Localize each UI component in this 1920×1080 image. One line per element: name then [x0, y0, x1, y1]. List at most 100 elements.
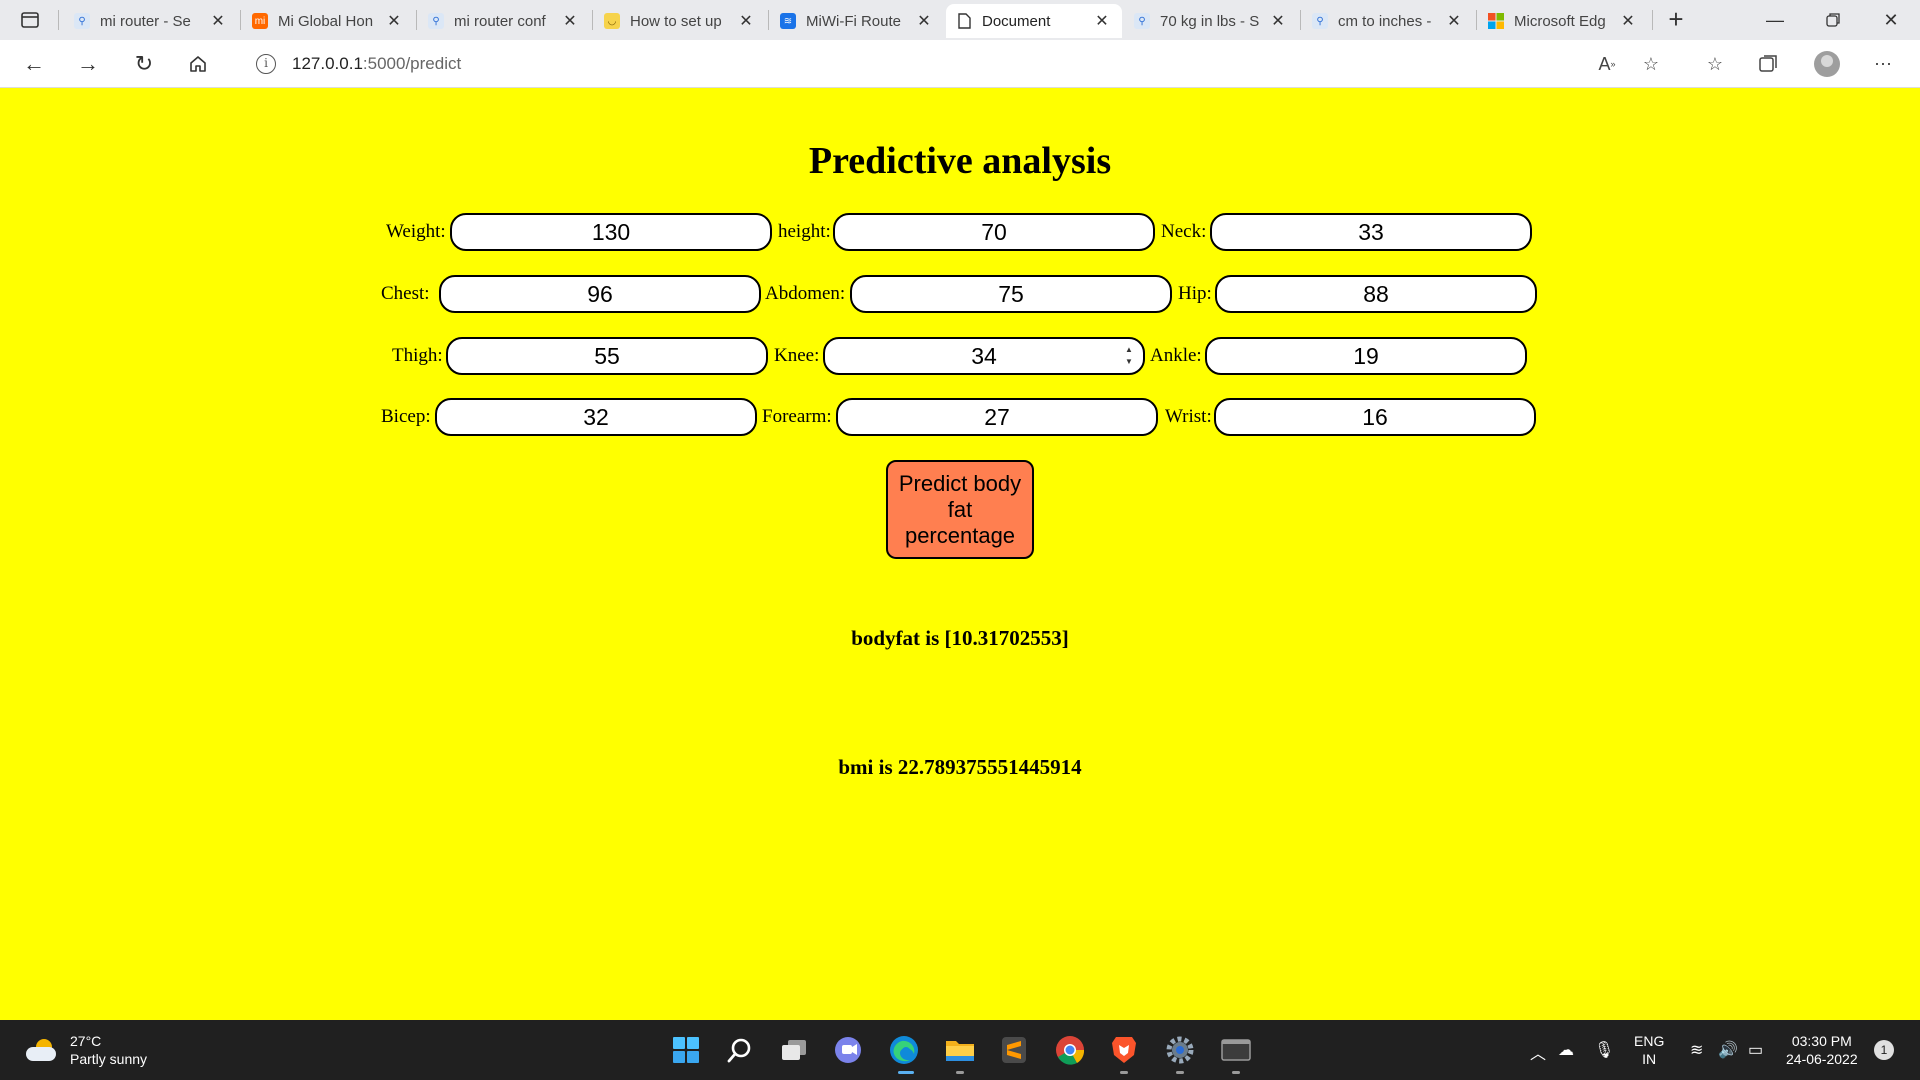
close-tab-icon[interactable]: ✕	[1092, 11, 1112, 31]
input-language[interactable]: ENG IN	[1634, 1032, 1664, 1068]
ankle-label: Ankle:	[1150, 345, 1202, 366]
thigh-input[interactable]: 55	[446, 337, 768, 375]
profile-avatar[interactable]	[1812, 50, 1842, 78]
thigh-label: Thigh:	[392, 345, 443, 366]
settings-gear-icon[interactable]	[1162, 1032, 1198, 1068]
bicep-input[interactable]: 32	[435, 398, 757, 436]
collections-icon[interactable]	[1754, 50, 1784, 78]
tab-title: mi router conf	[454, 12, 546, 30]
spinner-up-icon[interactable]: ▲	[1125, 346, 1133, 354]
wrist-input[interactable]: 16	[1214, 398, 1536, 436]
task-view-icon[interactable]	[776, 1032, 812, 1068]
document-icon	[956, 13, 972, 29]
close-tab-icon[interactable]: ✕	[1268, 11, 1288, 31]
forearm-input[interactable]: 27	[836, 398, 1158, 436]
sublime-text-icon[interactable]	[996, 1032, 1032, 1068]
close-tab-icon[interactable]: ✕	[208, 11, 228, 31]
read-aloud-icon[interactable]: A»	[1592, 50, 1622, 78]
show-hidden-icons-chevron-icon[interactable]: ︿	[1530, 1040, 1546, 1064]
close-tab-icon[interactable]: ✕	[736, 11, 756, 31]
site-info-icon[interactable]: i	[256, 54, 276, 74]
tab-bar: ⚲ mi router - Se ✕ mi Mi Global Hon ✕ ⚲ …	[0, 0, 1920, 40]
restore-icon[interactable]	[1810, 6, 1856, 34]
edge-browser-icon[interactable]	[886, 1032, 922, 1068]
tab-mi-global-home[interactable]: mi Mi Global Hon ✕	[242, 4, 414, 38]
knee-label: Knee:	[774, 345, 820, 366]
page-content: Predictive analysis Weight: 130 height: …	[0, 89, 1920, 1020]
ankle-input[interactable]: 19	[1205, 337, 1527, 375]
url-text: 127.0.0.1:5000/predict	[292, 54, 461, 74]
terminal-icon[interactable]	[1218, 1032, 1254, 1068]
close-tab-icon[interactable]: ✕	[1444, 11, 1464, 31]
weight-input[interactable]: 130	[450, 213, 772, 251]
tab-mi-router-config[interactable]: ⚲ mi router conf ✕	[418, 4, 590, 38]
start-icon[interactable]	[668, 1032, 704, 1068]
neck-input[interactable]: 33	[1210, 213, 1532, 251]
spinner-down-icon[interactable]: ▼	[1125, 358, 1133, 366]
forward-icon[interactable]: →	[72, 48, 104, 80]
bmi-result: bmi is 22.789375551445914	[838, 755, 1082, 779]
running-app-indicator	[1120, 1071, 1128, 1074]
minimize-icon[interactable]: —	[1752, 6, 1798, 34]
close-tab-icon[interactable]: ✕	[914, 11, 934, 31]
address-field[interactable]: i 127.0.0.1:5000/predict	[236, 46, 1596, 82]
refresh-icon[interactable]: ↻	[128, 48, 160, 80]
weather-temperature: 27°C	[70, 1033, 102, 1049]
close-tab-icon[interactable]: ✕	[384, 11, 404, 31]
bodyfat-result: bodyfat is [10.31702553]	[851, 626, 1069, 650]
volume-icon[interactable]: 🔊	[1718, 1040, 1738, 1060]
notification-badge[interactable]: 1	[1874, 1040, 1894, 1060]
onedrive-cloud-icon[interactable]: ☁	[1558, 1040, 1574, 1060]
height-input[interactable]: 70	[833, 213, 1155, 251]
search-icon: ⚲	[74, 13, 90, 29]
chrome-icon[interactable]	[1052, 1032, 1088, 1068]
weather-widget[interactable]: 27°C Partly sunny	[26, 1032, 147, 1068]
tab-mi-router-search[interactable]: ⚲ mi router - Se ✕	[64, 4, 238, 38]
bicep-label: Bicep:	[381, 406, 431, 427]
more-options-icon[interactable]: ⋯	[1868, 50, 1898, 78]
brave-browser-icon[interactable]	[1106, 1032, 1142, 1068]
number-spinner[interactable]: ▲ ▼	[1123, 346, 1135, 366]
url-host: 127.0.0.1	[292, 54, 363, 73]
weather-description: Partly sunny	[70, 1051, 148, 1067]
close-tab-icon[interactable]: ✕	[1618, 11, 1638, 31]
abdomen-input[interactable]: 75	[850, 275, 1172, 313]
tab-title: Microsoft Edg	[1514, 12, 1606, 30]
predict-button[interactable]: Predict body fat percentage	[886, 460, 1034, 559]
tab-title: Document	[982, 12, 1051, 30]
hip-input[interactable]: 88	[1215, 275, 1537, 313]
search-icon: ⚲	[428, 13, 444, 29]
file-explorer-icon[interactable]	[942, 1032, 978, 1068]
tab-microsoft-edge[interactable]: Microsoft Edg ✕	[1478, 4, 1648, 38]
microphone-icon[interactable]: 🎙	[1594, 1040, 1614, 1060]
tab-how-to-set-up[interactable]: ◡ How to set up ✕	[594, 4, 766, 38]
close-window-icon[interactable]: ✕	[1868, 6, 1914, 34]
favorites-icon[interactable]: ☆	[1700, 50, 1730, 78]
tab-actions-icon[interactable]	[16, 8, 44, 32]
weather-text: 27°C Partly sunny	[70, 1032, 147, 1068]
tab-document-active[interactable]: Document ✕	[946, 4, 1122, 38]
weight-label: Weight:	[386, 221, 446, 242]
url-path: :5000/predict	[362, 54, 462, 73]
add-favorite-icon[interactable]: ☆	[1636, 50, 1666, 78]
tab-separator	[1476, 10, 1477, 30]
tab-title: mi router - Se	[100, 12, 191, 30]
chest-input[interactable]: 96	[439, 275, 761, 313]
home-icon[interactable]	[182, 48, 214, 80]
new-tab-button[interactable]: +	[1662, 6, 1690, 34]
search-icon[interactable]	[722, 1032, 758, 1068]
battery-icon[interactable]: ▭	[1748, 1040, 1763, 1060]
chat-icon[interactable]	[830, 1032, 866, 1068]
wrist-label: Wrist:	[1165, 406, 1212, 427]
wifi-icon[interactable]: ≋	[1690, 1040, 1703, 1060]
tab-separator	[416, 10, 417, 30]
knee-input[interactable]: 34 ▲ ▼	[823, 337, 1145, 375]
tab-miwifi-router[interactable]: ≋ MiWi-Fi Route ✕	[770, 4, 944, 38]
tab-cm-to-inches[interactable]: ⚲ cm to inches - ✕	[1302, 4, 1474, 38]
back-icon[interactable]: ←	[18, 48, 50, 80]
hip-label: Hip:	[1178, 283, 1212, 304]
close-tab-icon[interactable]: ✕	[560, 11, 580, 31]
tab-separator	[1300, 10, 1301, 30]
tab-70kg-in-lbs[interactable]: ⚲ 70 kg in lbs - S ✕	[1124, 4, 1298, 38]
clock[interactable]: 03:30 PM 24-06-2022	[1786, 1032, 1858, 1068]
